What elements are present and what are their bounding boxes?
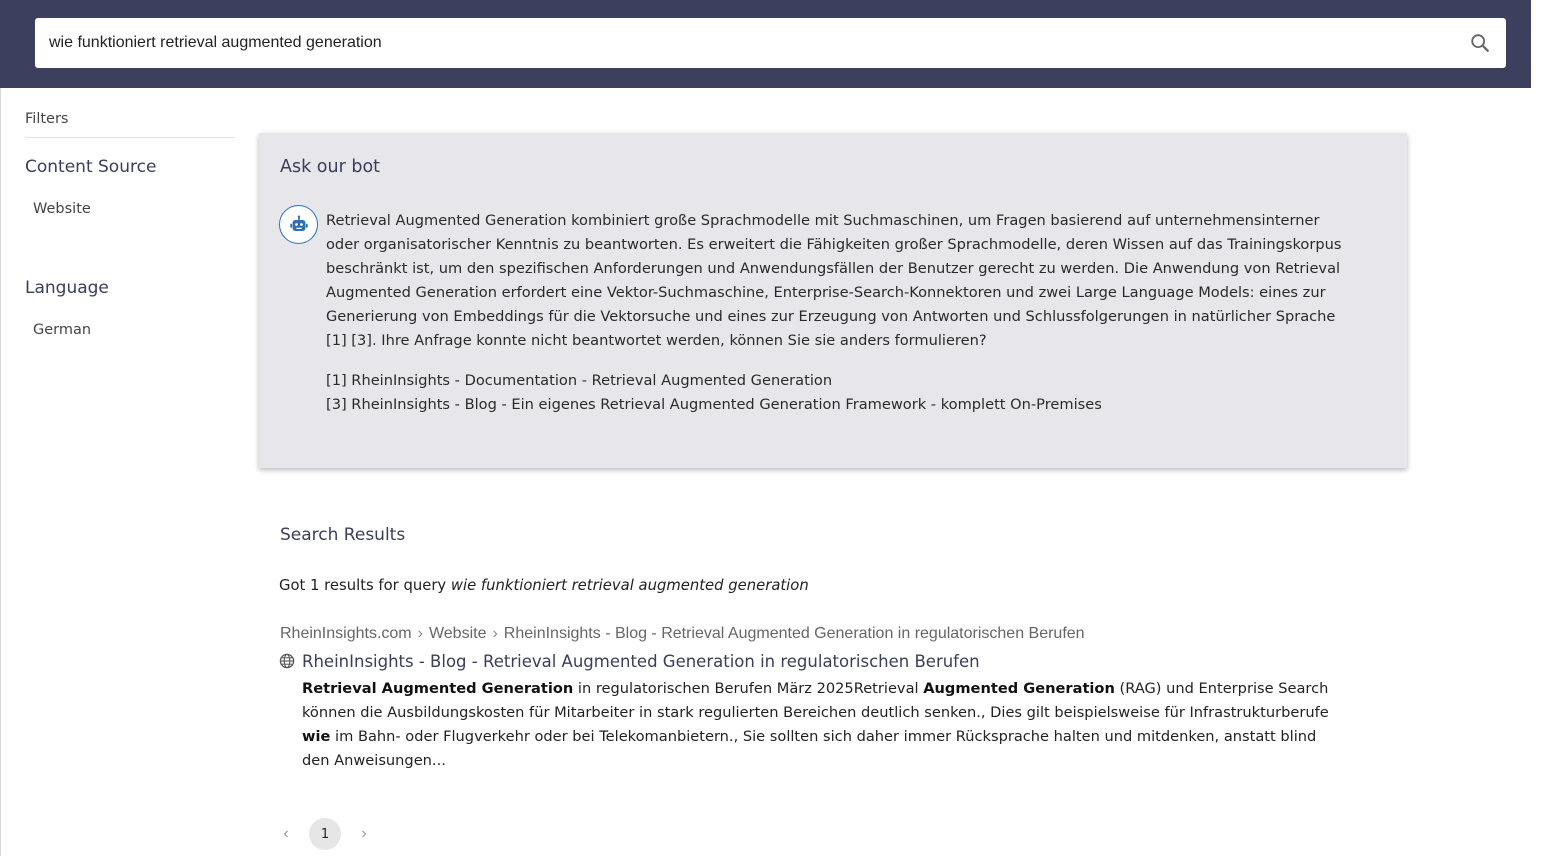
result-snippet: Retrieval Augmented Generation in regula…: [302, 677, 1332, 773]
search-results-title: Search Results: [280, 525, 406, 545]
results-summary: Got 1 results for query wie funktioniert…: [279, 577, 809, 594]
breadcrumb-site: RheinInsights.com: [280, 625, 412, 642]
snippet-highlight: Retrieval Augmented Generation: [302, 680, 574, 697]
filters-sidebar: Filters Content Source Website Language …: [25, 88, 235, 338]
results-summary-prefix: Got 1 results for query: [279, 577, 451, 594]
robot-icon: [279, 205, 318, 244]
facet-item-german[interactable]: German: [33, 322, 235, 338]
pagination: ‹ 1 ›: [272, 818, 378, 850]
breadcrumb-page: RheinInsights - Blog - Retrieval Augment…: [503, 625, 1085, 642]
bot-sources: [1] RheinInsights - Documentation - Retr…: [326, 369, 1356, 417]
left-border: [0, 88, 1, 856]
bot-source-1[interactable]: [1] RheinInsights - Documentation - Retr…: [326, 369, 1356, 393]
bot-answer-text: Retrieval Augmented Generation kombinier…: [326, 212, 1342, 349]
result-breadcrumb: RheinInsights.com › Website › RheinInsights …: [280, 625, 1085, 643]
breadcrumb-separator: ›: [417, 625, 423, 642]
bot-answer: Retrieval Augmented Generation kombinier…: [326, 209, 1356, 417]
bot-panel-title: Ask our bot: [280, 157, 381, 177]
globe-icon: [279, 653, 295, 669]
result-title-link[interactable]: RheinInsights - Blog - Retrieval Augment…: [302, 652, 980, 671]
chevron-right-icon[interactable]: ›: [350, 818, 378, 850]
search-input[interactable]: [49, 34, 1468, 52]
bot-source-3[interactable]: [3] RheinInsights - Blog - Ein eigenes R…: [326, 393, 1356, 417]
facet-language: Language German: [25, 278, 235, 338]
chevron-left-icon[interactable]: ‹: [272, 818, 300, 850]
snippet-text: im Bahn- oder Flugverkehr oder bei Telek…: [302, 728, 1317, 769]
snippet-highlight: Augmented Generation: [923, 680, 1115, 697]
breadcrumb-separator: ›: [492, 625, 498, 642]
snippet-text: in regulatorischen Berufen März 2025Retr…: [573, 680, 924, 697]
ask-bot-panel: Ask our bot Retrieval Augmented Generati…: [259, 133, 1407, 468]
snippet-highlight: wie: [302, 728, 331, 745]
facet-title-content-source: Content Source: [25, 157, 157, 177]
breadcrumb-source: Website: [428, 625, 487, 642]
top-search-bar: [0, 0, 1531, 88]
facet-title-language: Language: [25, 278, 109, 298]
results-summary-query: wie funktioniert retrieval augmented gen…: [450, 577, 809, 594]
facet-item-website[interactable]: Website: [33, 201, 235, 217]
search-box: [35, 18, 1506, 68]
facet-content-source: Content Source Website: [25, 157, 235, 217]
filters-title: Filters: [25, 88, 235, 138]
search-icon[interactable]: [1468, 31, 1492, 55]
page-1-button[interactable]: 1: [309, 818, 341, 850]
